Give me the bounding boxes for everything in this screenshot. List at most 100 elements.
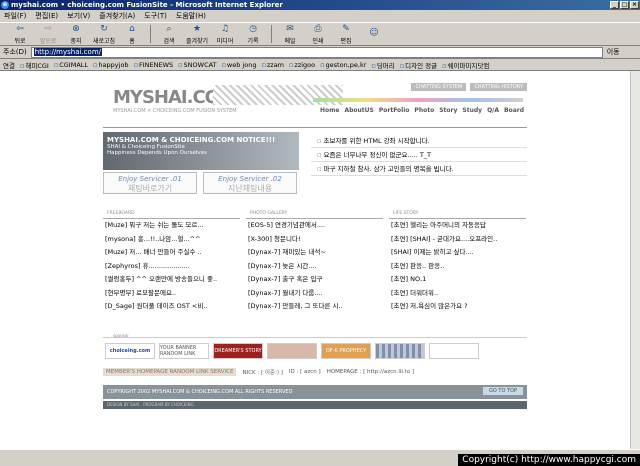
- link-item[interactable]: zzam: [261, 61, 284, 69]
- board-row[interactable]: [D_Sage] 원더풀 데이즈 OST <비..: [103, 300, 240, 314]
- links-bar: 연결 해피CGI CGIMALL happyjob FINENEWS SNOWC…: [0, 59, 640, 71]
- menu-edit[interactable]: 편집(E): [35, 11, 58, 21]
- stop-button[interactable]: ⊗ 중지: [62, 24, 90, 45]
- nav-board[interactable]: Board: [504, 107, 524, 117]
- search-button[interactable]: ⌕ 검색: [155, 24, 183, 45]
- chatting-history-link[interactable]: CHATTING HISTORY: [470, 83, 527, 91]
- sponsor-banner[interactable]: DREAMER'S STORY: [213, 342, 263, 359]
- home-button[interactable]: ⌂ 홈: [118, 24, 146, 45]
- board-row[interactable]: [Dynax-7] 뭘내기 다룹....: [246, 287, 383, 301]
- nav-portfolio[interactable]: PortFolio: [379, 107, 410, 117]
- copyright-watermark: Copyright(c) http://www.happycgi.com: [458, 454, 640, 466]
- link-item[interactable]: FINENEWS: [134, 61, 173, 69]
- menu-file[interactable]: 파일(F): [4, 11, 26, 21]
- site-footer: COPYRIGHT 2002 MYSHAI.COM & CHOICEING.CO…: [103, 385, 527, 399]
- notice-item[interactable]: 초보자를 위한 HTML 강좌 시작합니다.: [311, 134, 527, 148]
- menu-tools[interactable]: 도구(T): [144, 11, 167, 21]
- notice-item[interactable]: 요즘은 너무나무 정신이 없군요..... T_T: [311, 148, 527, 162]
- board-row[interactable]: [초연] NO,1: [389, 273, 526, 287]
- board-row[interactable]: [Dynax-7] 재미있는 내석~: [246, 246, 383, 260]
- board-row[interactable]: [Muze] 뭐구 저는 쉬는 돌도 모르...: [103, 219, 240, 233]
- board-row[interactable]: [Zephyros] 휴....................: [103, 260, 240, 274]
- enjoy-servicer-2[interactable]: Enjoy Servicer .02 지난채팅내용: [203, 172, 297, 194]
- nav-photo[interactable]: Photo: [414, 107, 434, 117]
- forward-button[interactable]: ⇨ 앞으로: [34, 24, 62, 45]
- sponsor-label: sponsor: [113, 333, 129, 338]
- sponsor-banner[interactable]: OF-K PROPHECY: [321, 342, 371, 359]
- nav-story[interactable]: Story: [439, 107, 457, 117]
- mail-button[interactable]: ✉ 메일: [276, 24, 304, 45]
- board-row[interactable]: [EOS-5] 연경기념관에서....: [246, 219, 383, 233]
- decorative-stripes: [213, 85, 343, 105]
- nav-home[interactable]: Home: [320, 107, 339, 117]
- board-row[interactable]: [초연] 저,욕심이 많은가요 ?: [389, 300, 526, 314]
- board-row[interactable]: [mysona] 흥...!!..나암...헐...^^: [103, 233, 240, 247]
- sponsor-banner[interactable]: choiceing.com: [105, 342, 155, 359]
- notice-title: MYSHAI.COM & CHOICEING.COM NOTICE!!!: [107, 136, 276, 144]
- vertical-scrollbar[interactable]: [630, 71, 640, 449]
- address-bar: 주소(D) http://myshai.com/ 이동: [0, 46, 640, 59]
- menu-help[interactable]: 도움말(H): [176, 11, 206, 21]
- board-row[interactable]: [Muze] 저... 배너 만들어 주실수 ..: [103, 246, 240, 260]
- link-item[interactable]: CGIMALL: [54, 61, 88, 69]
- board-row[interactable]: [SHAI] 이제는 밝히고 싶다....: [389, 246, 526, 260]
- boards-section: FREEBOARD [Muze] 뭐구 저는 쉬는 돌도 모르... [myso…: [103, 211, 527, 314]
- link-item[interactable]: happyjob: [93, 61, 128, 69]
- favorites-button[interactable]: ★ 즐겨찾기: [183, 24, 211, 45]
- close-button[interactable]: ×: [630, 1, 639, 9]
- link-item[interactable]: zzigoo: [289, 61, 315, 69]
- go-button[interactable]: 이동: [607, 47, 620, 57]
- back-button[interactable]: ⇦ 뒤로: [6, 24, 34, 45]
- address-label: 주소(D): [3, 48, 27, 56]
- menu-favorites[interactable]: 즐겨찾기(A): [99, 11, 135, 21]
- random-link-row: MEMBER'S HOMEPAGE RANDOM LINK SERVICE NI…: [103, 367, 527, 377]
- sponsor-banner[interactable]: YOUR BANNER RANDOM LINK: [159, 342, 209, 359]
- messenger-button[interactable]: ☺: [360, 28, 388, 40]
- address-input[interactable]: http://myshai.com/: [30, 46, 603, 58]
- window-title: myshai.com • choiceing.com FusionSite - …: [11, 1, 283, 9]
- nav-study[interactable]: Study: [462, 107, 482, 117]
- menu-view[interactable]: 보기(V): [67, 11, 90, 21]
- board-row[interactable]: [Dynax-7] 만들레, 그 또다른 시..: [246, 300, 383, 314]
- media-button[interactable]: ♫ 미디어: [211, 24, 239, 45]
- nav-aboutus[interactable]: AboutUS: [344, 107, 373, 117]
- notice-panel: MYSHAI.COM & CHOICEING.COM NOTICE!!! SHA…: [103, 132, 299, 170]
- maximize-button[interactable]: □: [620, 1, 629, 9]
- go-to-top-button[interactable]: GO TO TOP: [483, 387, 523, 395]
- link-item[interactable]: 쉐이마미지닷컴: [442, 60, 490, 70]
- board-row[interactable]: [Dynax-7] 출구 혹은 입구: [246, 273, 383, 287]
- sponsor-banner[interactable]: [375, 342, 425, 359]
- refresh-button[interactable]: ↻ 새로고침: [90, 24, 118, 45]
- minimize-button[interactable]: _: [610, 1, 619, 9]
- member-homepage[interactable]: HOMEPAGE : [ http://azcn.lil.to ]: [327, 369, 414, 375]
- board-row[interactable]: [현부명부] 로모팔문에요..: [103, 287, 240, 301]
- link-item[interactable]: 디자인 정글: [400, 60, 437, 70]
- link-item[interactable]: geston,pe,kr: [320, 61, 367, 69]
- mail-icon: ✉: [286, 23, 294, 34]
- board-row[interactable]: [초연] 판응.. 판응..: [389, 260, 526, 274]
- home-icon: ⌂: [129, 23, 135, 34]
- enjoy-servicer-1[interactable]: Enjoy Servicer .01 채팅바로가기: [103, 172, 197, 194]
- print-button[interactable]: ⎙ 인쇄: [304, 24, 332, 45]
- sponsor-banner[interactable]: [267, 342, 317, 359]
- link-item[interactable]: 해피CGI: [20, 60, 48, 70]
- history-button[interactable]: ◷ 기록: [239, 24, 267, 45]
- board-row[interactable]: [X-300] 청문니다!: [246, 233, 383, 247]
- board-row[interactable]: [Dynax-7] 늦은 시간....: [246, 260, 383, 274]
- board-row[interactable]: [썰렁홍두] ^^ 오랜만에 방송들으니 좋..: [103, 273, 240, 287]
- notice-item[interactable]: 마구 지하철 참사. 삼가 고인들의 명복을 빕니다.: [311, 162, 527, 176]
- link-item[interactable]: 딩머리: [371, 60, 395, 70]
- edit-button[interactable]: ✎ 편집: [332, 24, 360, 45]
- chatting-system-link[interactable]: CHATTING SYSTEM: [411, 83, 467, 91]
- link-item[interactable]: SNOWCAT: [178, 61, 217, 69]
- board-header: FREEBOARD: [103, 211, 240, 219]
- sponsor-banners: sponsor choiceing.com YOUR BANNER RANDOM…: [103, 333, 527, 363]
- sponsor-banner[interactable]: [429, 342, 479, 359]
- link-item[interactable]: web jong: [222, 61, 257, 69]
- toolbar: ⇦ 뒤로 ⇨ 앞으로 ⊗ 중지 ↻ 새로고침 ⌂ 홈 ⌕ 검색 ★ 즐겨찾기 ♫ 미디어 ◷ 기록…: [0, 22, 640, 46]
- board-row[interactable]: [초연] 더워더워..: [389, 287, 526, 301]
- search-icon: ⌕: [166, 23, 172, 34]
- board-row[interactable]: [초연] [SHAI] - 굳대가요....오프라인..: [389, 233, 526, 247]
- nav-qa[interactable]: Q/A: [487, 107, 499, 117]
- board-row[interactable]: [초연] 헬리는 아주머니의 자동응답: [389, 219, 526, 233]
